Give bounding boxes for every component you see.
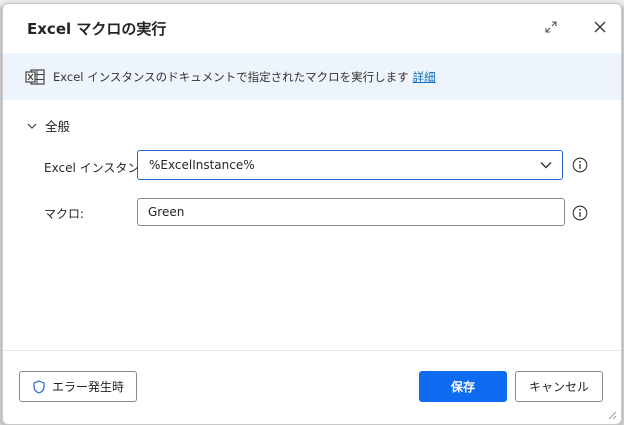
excel-instance-value: %ExcelInstance% — [149, 158, 255, 172]
chevron-down-icon — [27, 123, 37, 129]
save-button[interactable]: 保存 — [419, 371, 507, 402]
resize-grip[interactable] — [607, 410, 617, 420]
close-icon — [594, 21, 606, 33]
banner-description: Excel インスタンスのドキュメントで指定されたマクロを実行します — [53, 69, 409, 84]
macro-input[interactable] — [137, 198, 565, 226]
info-icon[interactable] — [572, 157, 588, 173]
on-error-label: エラー発生時 — [51, 380, 124, 394]
macro-label: マクロ: — [44, 207, 85, 221]
chevron-down-icon — [540, 162, 552, 169]
run-excel-macro-dialog: Excel マクロの実行 Excel インスタンスのドキュメントで指定されたマク… — [2, 3, 622, 425]
excel-instance-select[interactable]: %ExcelInstance% — [137, 150, 563, 180]
close-button[interactable] — [591, 18, 609, 36]
info-banner: Excel インスタンスのドキュメントで指定されたマクロを実行します 詳細 — [3, 53, 621, 100]
footer-divider — [3, 350, 621, 351]
shield-icon — [33, 379, 45, 394]
expand-icon — [545, 21, 557, 33]
on-error-button[interactable]: エラー発生時 — [19, 371, 137, 402]
general-section-toggle[interactable]: 全般 — [27, 116, 70, 135]
details-link[interactable]: 詳細 — [413, 69, 436, 85]
dialog-title: Excel マクロの実行 — [27, 20, 167, 38]
cancel-button[interactable]: キャンセル — [515, 371, 603, 402]
expand-button[interactable] — [542, 18, 560, 36]
excel-icon — [25, 68, 45, 85]
general-section-label: 全般 — [45, 119, 71, 134]
info-icon[interactable] — [572, 205, 588, 221]
